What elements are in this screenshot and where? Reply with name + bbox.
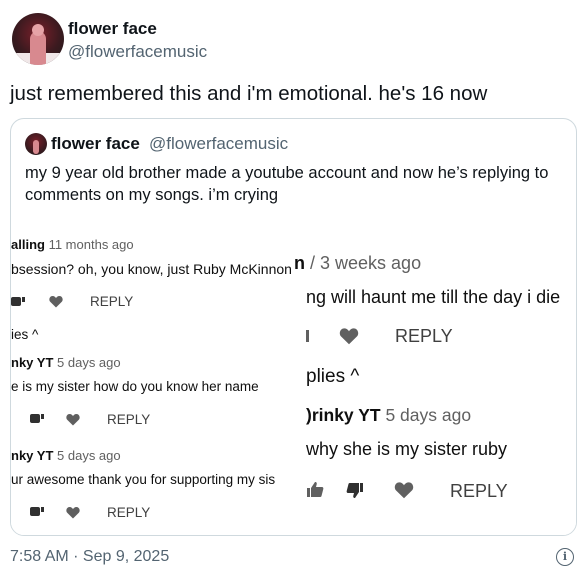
heart-icon [49, 295, 63, 308]
reply-age: 5 days ago [57, 355, 121, 370]
comment-age: / 3 weeks ago [310, 253, 422, 273]
youtube-screenshot-right: n / 3 weeks ago ng will haunt me till th… [294, 247, 576, 535]
tweet-timestamp[interactable]: 7:58 AM · Sep 9, 2025 [10, 548, 169, 566]
thumbs-down-icon [30, 414, 44, 426]
reply-user: nky YT [11, 355, 54, 370]
heart-icon [66, 413, 80, 426]
reply-button: REPLY [107, 505, 151, 520]
comment-user: alling [11, 237, 45, 252]
reply-button: REPLY [450, 481, 508, 501]
heart-icon [339, 327, 359, 345]
comment-text: bsession? oh, you know, just Ruby McKinn… [11, 261, 292, 277]
reply-age: 5 days ago [385, 405, 472, 425]
avatar-head [32, 24, 44, 36]
reply-text: ur awesome thank you for supporting my s… [11, 472, 276, 487]
comment-header: n / 3 weeks ago [294, 253, 421, 274]
comment-user-tail: n [294, 253, 305, 273]
thumbs-down-icon [11, 297, 25, 309]
comment-text: ng will haunt me till the day i die [306, 287, 561, 307]
thumbs-down-icon [346, 482, 364, 504]
quote-text: my 9 year old brother made a youtube acc… [25, 164, 549, 204]
reply-header: )rinky YT 5 days ago [306, 405, 471, 426]
replies-toggle: plies ^ [306, 366, 360, 387]
reply-header: nky YT 5 days ago [11, 355, 121, 370]
comment-age: 11 months ago [48, 237, 134, 252]
replies-toggle: ies ^ [11, 327, 39, 342]
heart-icon [66, 506, 80, 519]
thumbs-up-icon [306, 481, 324, 503]
reply-button: REPLY [107, 412, 151, 427]
info-icon[interactable]: i [556, 548, 574, 566]
reply-user: nky YT [11, 448, 54, 463]
reply-age: 5 days ago [57, 448, 121, 463]
quote-author-name: flower face [51, 134, 140, 153]
author-name[interactable]: flower face [68, 19, 157, 39]
quote-author-handle: @flowerfacemusic [149, 134, 289, 153]
heart-icon [394, 481, 414, 499]
reply-button: REPLY [395, 326, 453, 346]
avatar-figure [30, 31, 46, 65]
youtube-screenshot-left: alling 11 months ago bsession? oh, you k… [11, 231, 293, 535]
quote-avatar [25, 133, 47, 155]
reply-text: why she is my sister ruby [306, 439, 508, 459]
quoted-tweet[interactable]: flower face @flowerfacemusic my 9 year o… [10, 118, 577, 536]
author-avatar[interactable] [12, 13, 64, 65]
thumbs-down-icon [30, 507, 44, 519]
author-handle[interactable]: @flowerfacemusic [68, 42, 207, 62]
reply-text: e is my sister how do you know her name [11, 379, 259, 394]
tweet-text: just remembered this and i'm emotional. … [10, 82, 488, 105]
comment-header: alling 11 months ago [11, 237, 134, 252]
thumbs-down-icon-partial [306, 330, 309, 342]
reply-button: REPLY [90, 294, 134, 309]
reply-header: nky YT 5 days ago [11, 448, 121, 463]
reply-user: )rinky YT [306, 405, 381, 425]
